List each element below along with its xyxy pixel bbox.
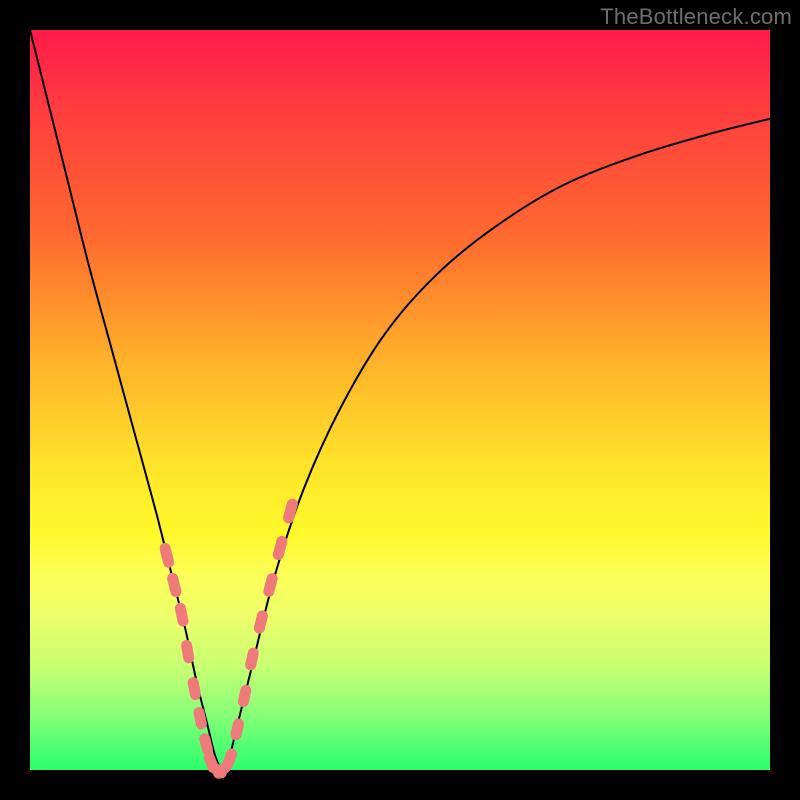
plot-area [30, 30, 770, 770]
curve-marker [229, 717, 245, 741]
curve-marker [262, 572, 279, 598]
curve-marker [198, 732, 214, 756]
curve-marker [187, 676, 202, 701]
curve-marker [272, 535, 289, 562]
curve-marker [159, 542, 176, 569]
curve-marker [237, 684, 252, 708]
marker-group [159, 497, 300, 781]
curve-marker [166, 572, 183, 599]
curve-marker [192, 706, 207, 730]
watermark-text: TheBottleneck.com [600, 4, 792, 30]
curve-marker [253, 609, 269, 635]
chart-frame: TheBottleneck.com [0, 0, 800, 800]
curve-marker [180, 639, 195, 664]
chart-svg [30, 30, 770, 770]
curve-marker [244, 647, 260, 672]
curve-marker [174, 602, 190, 628]
bottleneck-curve [30, 30, 770, 770]
